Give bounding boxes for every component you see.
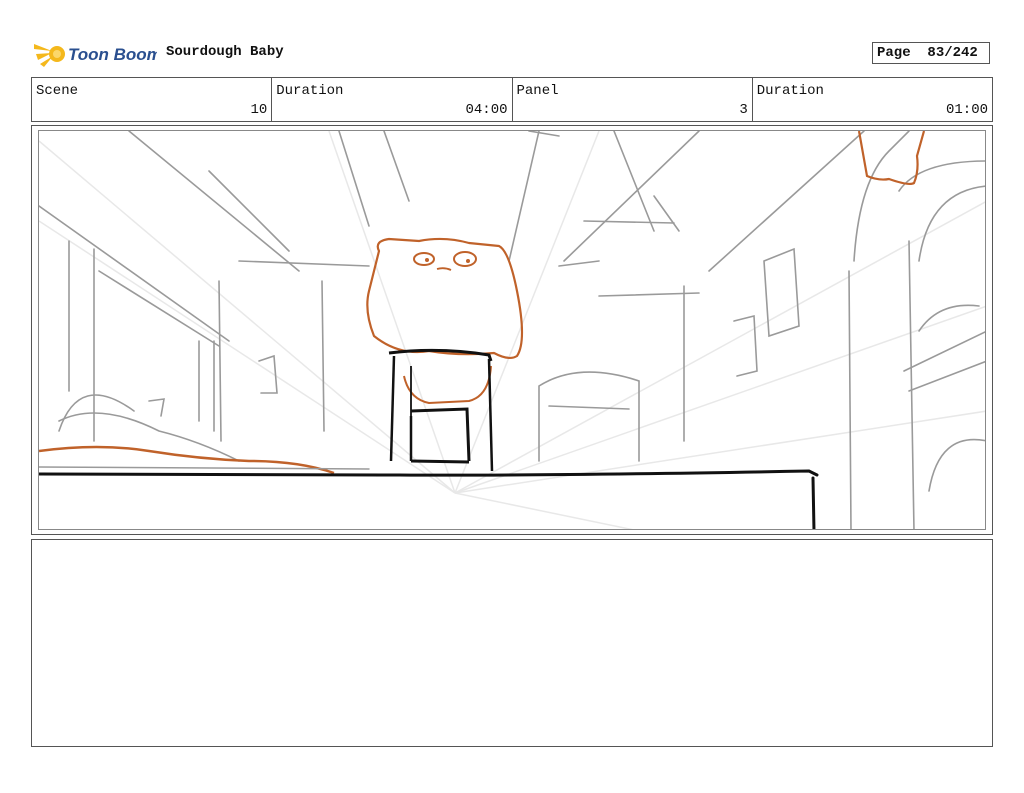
toon-boom-logo: Toon Boom	[32, 38, 162, 70]
scene-label: Scene	[36, 83, 79, 99]
panel-label: Panel	[516, 83, 559, 99]
scene-value: 10	[250, 102, 268, 118]
background-sketch	[39, 131, 985, 529]
scene-cell: Scene 10	[32, 78, 273, 121]
sketch-area	[38, 130, 986, 530]
scene-duration-label: Duration	[276, 83, 344, 99]
panel-info-row: Scene 10 Duration 04:00 Panel 3 Duration…	[31, 77, 993, 122]
scene-duration-value: 04:00	[465, 102, 508, 118]
panel-sketch	[39, 131, 985, 529]
project-title: Sourdough Baby	[166, 44, 284, 60]
page-number: 83/242	[927, 45, 978, 61]
character-sketch	[39, 131, 926, 475]
logo-text: Toon Boom	[68, 45, 157, 64]
page-indicator: Page 83/242	[872, 42, 990, 64]
scene-duration-cell: Duration 04:00	[272, 78, 513, 121]
page-label: Page	[877, 45, 911, 61]
panel-cell: Panel 3	[513, 78, 753, 121]
panel-duration-label: Duration	[756, 83, 824, 99]
storyboard-panel	[31, 125, 993, 535]
panel-duration-value: 01:00	[945, 102, 988, 118]
panel-notes-box[interactable]	[31, 539, 993, 747]
panel-value: 3	[739, 102, 748, 118]
table-edge	[39, 466, 819, 529]
perspective-guides	[39, 131, 985, 529]
panel-duration-cell: Duration 01:00	[753, 78, 992, 121]
comet-icon	[34, 44, 65, 67]
